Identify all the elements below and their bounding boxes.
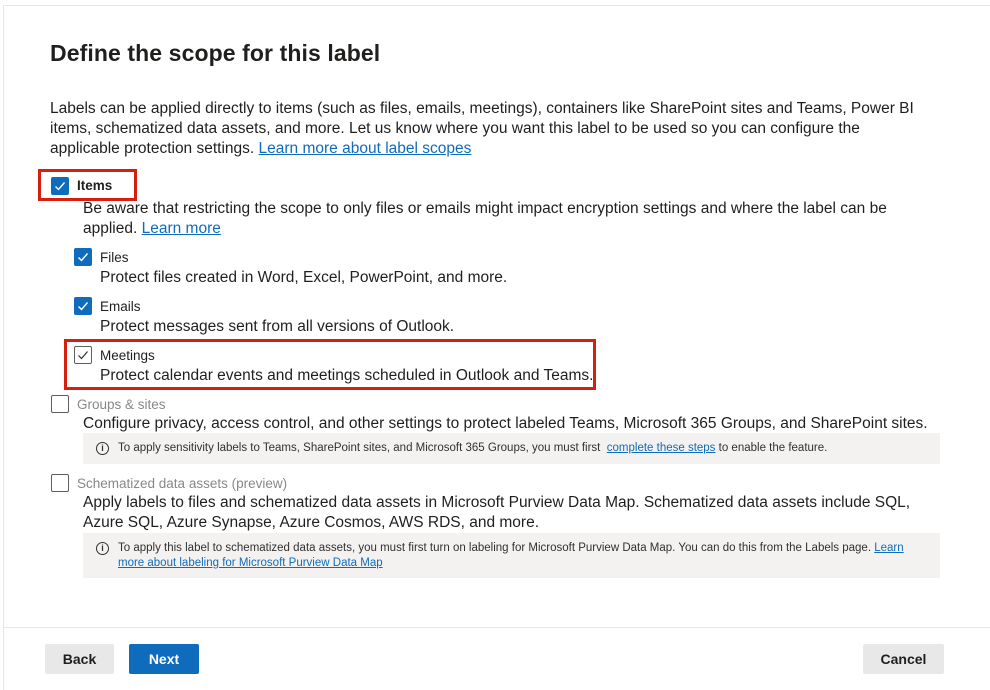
panel-left-border [3,5,4,690]
groups-sites-desc: Configure privacy, access control, and o… [83,415,928,432]
footer-divider [3,627,990,628]
schematized-info-text: To apply this label to schematized data … [118,541,918,571]
checkmark-icon [55,182,66,191]
items-warning: Be aware that restricting the scope to o… [83,199,933,239]
next-button[interactable]: Next [129,644,199,674]
groups-sites-info-suffix: to enable the feature. [718,442,828,454]
back-button[interactable]: Back [45,644,114,674]
items-checkbox[interactable] [51,177,69,195]
panel-top-border [3,5,990,6]
checkmark-icon [78,253,89,262]
info-icon: i [96,442,109,455]
schematized-info-bar: i To apply this label to schematized dat… [83,533,940,578]
page-title: Define the scope for this label [50,40,381,66]
groups-sites-label: Groups & sites [77,397,166,412]
learn-more-label-scopes-link[interactable]: Learn more about label scopes [259,140,472,157]
groups-sites-info-text: To apply sensitivity labels to Teams, Sh… [118,441,827,456]
cancel-button[interactable]: Cancel [863,644,944,674]
items-label: Items [77,178,113,193]
meetings-checkbox[interactable] [74,346,92,364]
emails-desc: Protect messages sent from all versions … [100,318,455,335]
schematized-checkbox[interactable] [51,474,69,492]
files-checkbox[interactable] [74,248,92,266]
meetings-label: Meetings [100,348,155,363]
schematized-desc: Apply labels to files and schematized da… [83,494,911,531]
info-icon: i [96,542,109,555]
meetings-desc: Protect calendar events and meetings sch… [100,367,594,384]
schematized-info-body: To apply this label to schematized data … [118,542,872,554]
groups-sites-info-body: To apply sensitivity labels to Teams, Sh… [118,442,601,454]
emails-label: Emails [100,299,141,314]
checkmark-icon [78,302,89,311]
emails-checkbox[interactable] [74,297,92,315]
groups-sites-info-bar: i To apply sensitivity labels to Teams, … [83,433,940,464]
files-desc: Protect files created in Word, Excel, Po… [100,269,508,286]
learn-more-link[interactable]: Learn more [142,220,221,237]
groups-sites-checkbox[interactable] [51,395,69,413]
schematized-label: Schematized data assets (preview) [77,476,288,491]
intro-text: Labels can be applied directly to items … [50,99,930,159]
files-label: Files [100,250,129,265]
checkmark-icon [78,351,88,360]
complete-these-steps-link[interactable]: complete these steps [607,442,716,454]
intro-text-body: Labels can be applied directly to items … [50,100,914,157]
